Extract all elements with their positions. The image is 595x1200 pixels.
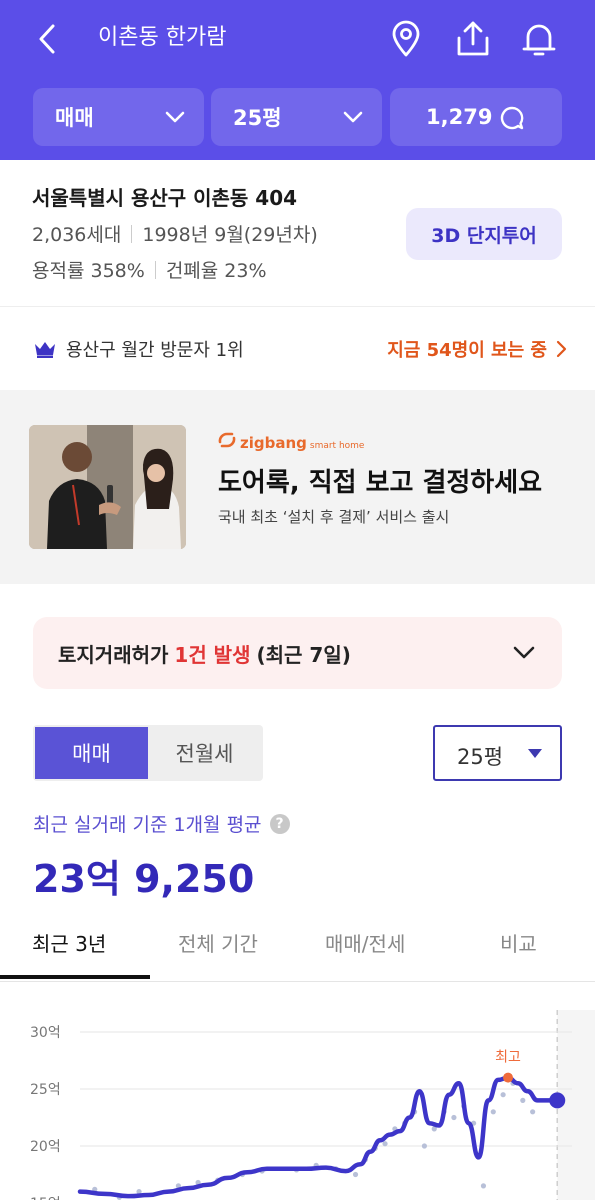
notification-button[interactable] — [518, 18, 560, 60]
y-tick-label: 15억 — [30, 1196, 61, 1200]
tab-recent-3y[interactable]: 최근 3년 — [32, 928, 106, 957]
chart-period-tabs: 최근 3년 전체 기간 매매/전세 비교 — [0, 912, 595, 982]
chat-bubble-icon — [500, 106, 524, 130]
live-viewers-link[interactable]: 지금 54명이 보는 중 — [387, 336, 567, 362]
chevron-down-icon — [513, 646, 535, 659]
latest-point — [549, 1092, 566, 1109]
trade-type-dropdown[interactable]: 매매 — [33, 88, 204, 146]
average-label: 최근 실거래 기준 1개월 평균 ? — [33, 810, 290, 837]
ad-brand-sub: smart home — [309, 441, 365, 451]
review-count: 1,279 — [426, 105, 493, 129]
caret-down-icon — [528, 749, 542, 758]
trade-type-label: 매매 — [55, 106, 94, 130]
page-title: 이촌동 한가람 — [98, 25, 227, 50]
transaction-point — [352, 1171, 359, 1178]
chevron-left-icon — [39, 24, 55, 54]
building-coverage-ratio: 건폐율 23% — [165, 260, 267, 282]
tab-sale-vs-jeonse[interactable]: 매매/전세 — [325, 928, 405, 957]
back-button[interactable] — [30, 20, 64, 58]
chart-size-select[interactable]: 25평 — [433, 725, 562, 781]
live-viewers-label: 지금 54명이 보는 중 — [387, 340, 547, 361]
bell-icon — [522, 24, 556, 56]
trade-type-toggle: 매매 전월세 — [33, 725, 263, 781]
building-meta: 2,036세대 1998년 9월(29년차) — [32, 220, 318, 247]
crown-icon — [35, 342, 55, 358]
transaction-point — [451, 1114, 457, 1121]
transaction-point — [480, 1183, 487, 1189]
transaction-point — [382, 1141, 388, 1147]
map-pin-button[interactable] — [385, 18, 427, 60]
chevron-right-icon — [556, 340, 567, 358]
land-permit-notice[interactable]: 토지거래허가 1건 발생 (최근 7일) — [33, 617, 562, 689]
size-label: 25평 — [233, 106, 282, 130]
ratio-meta: 용적률 358% 건폐율 23% — [32, 256, 267, 283]
visitor-rank: 용산구 월간 방문자 1위 — [34, 336, 244, 362]
y-tick-label: 25억 — [30, 1082, 61, 1098]
divider — [154, 260, 156, 279]
ad-image — [29, 425, 186, 549]
active-tab-indicator — [0, 975, 150, 979]
ad-title: 도어록, 직접 보고 결정하세요 — [218, 468, 543, 498]
land-permit-text: 토지거래허가 1건 발생 (최근 7일) — [58, 639, 351, 668]
map-pin-icon — [392, 20, 420, 57]
help-icon[interactable]: ? — [269, 813, 290, 834]
section-divider — [0, 306, 595, 307]
build-date: 1998년 9월(29년차) — [142, 224, 318, 246]
chevron-down-icon — [165, 111, 185, 123]
address: 서울특별시 용산구 이촌동 404 — [32, 186, 298, 210]
ad-brand: zigbang — [240, 434, 307, 452]
peak-label: 최고 — [495, 1050, 521, 1066]
3d-tour-button[interactable]: 3D 단지투어 — [406, 208, 562, 260]
zigbang-logo-icon — [218, 432, 236, 448]
tab-all-period[interactable]: 전체 기간 — [178, 928, 258, 957]
transaction-point — [520, 1097, 526, 1103]
toggle-sale[interactable]: 매매 — [35, 727, 148, 779]
transaction-point — [490, 1109, 496, 1115]
price-trend-line — [77, 1075, 560, 1199]
tab-compare[interactable]: 비교 — [500, 928, 537, 957]
transaction-point — [530, 1109, 536, 1115]
share-button[interactable] — [452, 18, 494, 60]
chart-size-value: 25평 — [457, 745, 504, 769]
average-price: 23억 9,250 — [33, 857, 255, 901]
reviews-button[interactable]: 1,279 — [390, 88, 562, 146]
average-label-text: 최근 실거래 기준 1개월 평균 — [33, 814, 262, 836]
divider — [131, 224, 133, 243]
peak-point — [503, 1072, 514, 1083]
y-tick-label: 30억 — [30, 1025, 61, 1041]
y-tick-label: 20억 — [30, 1139, 61, 1155]
price-chart[interactable]: 30억 25억 20억 15억 최고 — [0, 1010, 595, 1200]
land-permit-count: 1건 발생 — [174, 643, 251, 667]
chevron-down-icon — [343, 111, 363, 123]
top-bar: 이촌동 한가람 — [0, 0, 595, 78]
share-icon — [457, 21, 489, 56]
app-header: 이촌동 한가람 매매 25평 1,279 — [0, 0, 595, 160]
household-count: 2,036세대 — [32, 224, 122, 246]
transaction-point — [500, 1092, 506, 1098]
land-permit-prefix: 토지거래허가 — [58, 643, 169, 667]
land-permit-period: (최근 7일) — [256, 643, 351, 667]
visitor-rank-label: 용산구 월간 방문자 1위 — [66, 340, 244, 361]
toggle-rent[interactable]: 전월세 — [148, 727, 261, 779]
transaction-point — [421, 1143, 427, 1149]
size-dropdown[interactable]: 25평 — [211, 88, 382, 146]
zigbang-logo: zigbang smart home — [218, 432, 364, 452]
ad-subtitle: 국내 최초 ‘설치 후 결제’ 서비스 출시 — [218, 508, 450, 526]
floor-area-ratio: 용적률 358% — [32, 260, 145, 282]
